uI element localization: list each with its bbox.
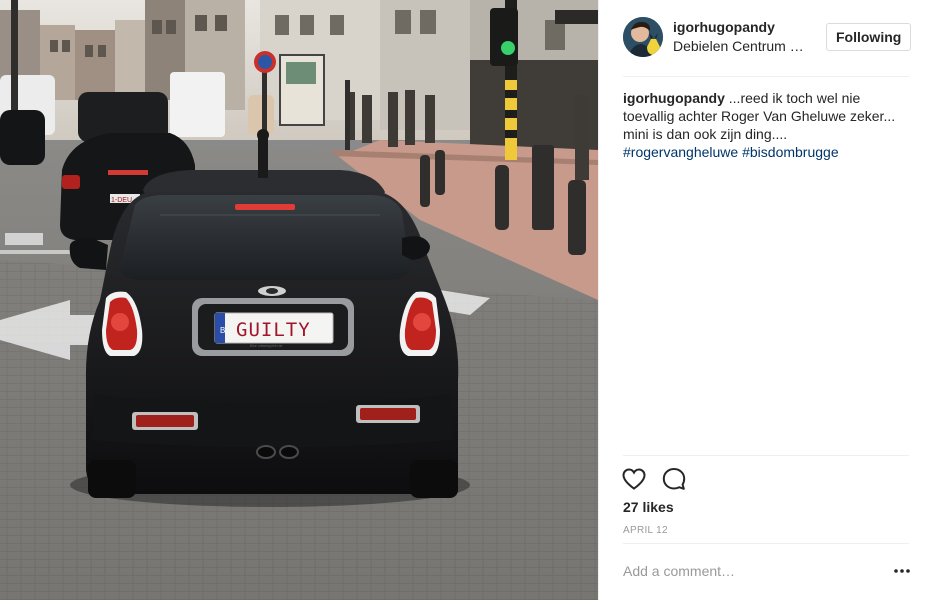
header-divider — [623, 76, 909, 77]
hashtag-link[interactable]: #rogervangheluwe — [623, 144, 738, 160]
header-location[interactable]: Debielen Centrum Brugge — [673, 38, 813, 54]
comment-icon[interactable] — [661, 466, 687, 492]
post-caption: igorhugopandy ...reed ik toch wel nie to… — [623, 89, 913, 161]
avatar[interactable] — [623, 17, 663, 57]
post-header: igorhugopandy Debielen Centrum Brugge Fo… — [599, 0, 931, 77]
actions-divider — [623, 455, 909, 456]
post-photo[interactable]: B GUILTY Bike ontwerpplein.be 1-DEU — [0, 0, 598, 600]
post-side-panel: igorhugopandy Debielen Centrum Brugge Fo… — [598, 0, 931, 600]
comment-divider — [623, 543, 909, 544]
license-plate-text: GUILTY — [236, 319, 311, 341]
plate-small-print: Bike ontwerpplein.be — [250, 344, 283, 348]
hashtag-link[interactable]: #bisdombrugge — [742, 144, 839, 160]
avatar-image — [623, 17, 663, 57]
heart-icon[interactable] — [621, 466, 647, 492]
header-username[interactable]: igorhugopandy — [673, 19, 775, 35]
likes-count[interactable]: 27 likes — [623, 499, 674, 515]
more-options-icon[interactable] — [892, 563, 912, 579]
caption-username[interactable]: igorhugopandy — [623, 90, 725, 106]
plate-country-code: B — [220, 326, 225, 335]
comment-input[interactable] — [623, 560, 873, 582]
background-car-plate: 1-DEU — [111, 197, 132, 204]
street-scene-image: B GUILTY Bike ontwerpplein.be 1-DEU — [0, 0, 598, 600]
post-date[interactable]: APRIL 12 — [623, 525, 668, 536]
following-button[interactable]: Following — [826, 23, 912, 51]
